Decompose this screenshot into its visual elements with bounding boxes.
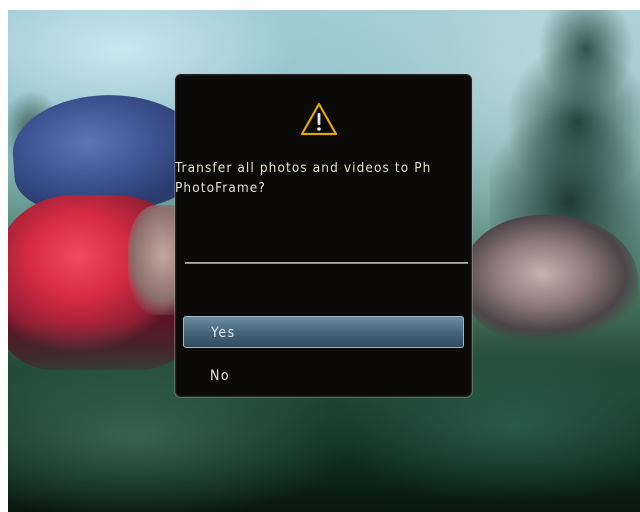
warning-icon bbox=[300, 102, 338, 136]
confirm-dialog: Transfer all photos and videos to Ph Pho… bbox=[175, 74, 472, 397]
divider bbox=[185, 262, 468, 264]
dialog-message-line-2: PhotoFrame? bbox=[175, 180, 266, 196]
dialog-message-line-1: Transfer all photos and videos to Ph bbox=[175, 160, 432, 176]
dialog-message: Transfer all photos and videos to Ph Pho… bbox=[175, 158, 472, 198]
no-option[interactable]: No bbox=[183, 360, 464, 392]
yes-option[interactable]: Yes bbox=[183, 316, 464, 348]
